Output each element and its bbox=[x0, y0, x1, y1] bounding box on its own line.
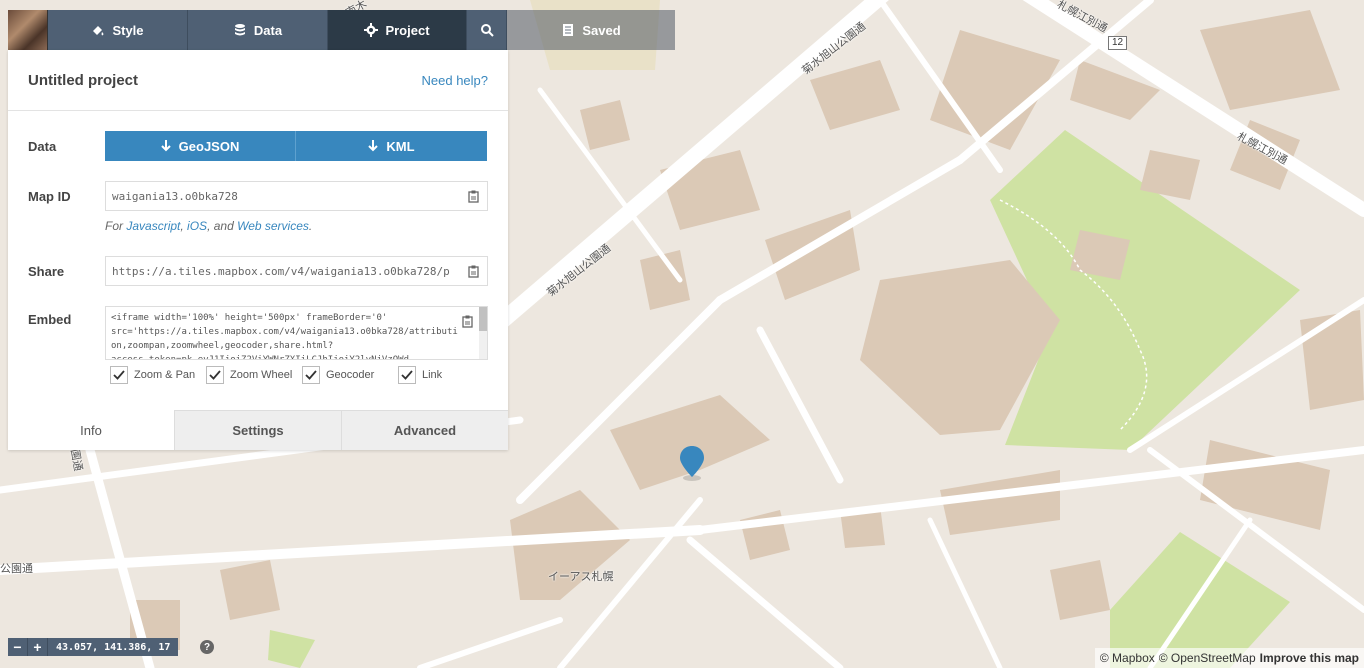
embed-label: Embed bbox=[28, 312, 72, 327]
building bbox=[1050, 560, 1110, 620]
share-field bbox=[105, 256, 488, 286]
checkmark-icon bbox=[209, 370, 221, 380]
ios-link[interactable]: iOS bbox=[187, 219, 207, 233]
arrow-down-icon bbox=[368, 140, 379, 152]
building-label: イーアス札幌 bbox=[548, 570, 614, 583]
embed-options: Zoom & Pan Zoom Wheel Geocoder Link bbox=[110, 366, 458, 384]
checkbox[interactable] bbox=[206, 366, 224, 384]
download-kml-button[interactable]: KML bbox=[296, 131, 487, 161]
web-services-link[interactable]: Web services bbox=[237, 219, 309, 233]
help-link[interactable]: Need help? bbox=[422, 73, 489, 88]
zoom-in-button[interactable]: + bbox=[28, 638, 48, 656]
database-icon bbox=[234, 24, 245, 36]
checkmark-icon bbox=[113, 370, 125, 380]
osm-link[interactable]: © OpenStreetMap bbox=[1159, 651, 1256, 665]
search-icon bbox=[480, 24, 494, 37]
data-label: Data bbox=[28, 138, 57, 154]
share-row: Share bbox=[28, 256, 488, 286]
clipboard-icon[interactable] bbox=[462, 315, 473, 328]
checkmark-icon bbox=[401, 370, 413, 380]
paint-icon bbox=[93, 26, 104, 36]
street-label: 公園通 bbox=[0, 562, 33, 575]
tab-style[interactable]: Style bbox=[48, 10, 188, 50]
mapid-field bbox=[105, 181, 488, 211]
attribution: © Mapbox © OpenStreetMap Improve this ma… bbox=[1094, 648, 1364, 668]
hint-row: For Javascript, iOS, and Web services. bbox=[28, 219, 488, 233]
embed-row: Embed <iframe width='100%' height='500px… bbox=[28, 306, 488, 360]
improve-map-link[interactable]: Improve this map bbox=[1260, 651, 1359, 665]
option-link[interactable]: Link bbox=[398, 366, 458, 384]
mapid-input[interactable] bbox=[112, 189, 452, 203]
option-zoom-pan[interactable]: Zoom & Pan bbox=[110, 366, 206, 384]
panel-tabs: Info Settings Advanced bbox=[8, 410, 508, 450]
tab-saved-label: Saved bbox=[582, 22, 621, 38]
download-geojson-button[interactable]: GeoJSON bbox=[105, 131, 296, 161]
project-title[interactable]: Untitled project bbox=[28, 72, 138, 89]
document-icon bbox=[563, 24, 574, 36]
search-button[interactable] bbox=[467, 10, 507, 50]
share-input[interactable] bbox=[112, 264, 452, 278]
map-controls: − + 43.057, 141.386, 17 bbox=[8, 638, 179, 656]
api-hint: For Javascript, iOS, and Web services. bbox=[105, 219, 313, 233]
checkbox[interactable] bbox=[398, 366, 416, 384]
help-button[interactable]: ? bbox=[200, 640, 214, 654]
top-toolbar: Style Data Project Saved bbox=[8, 10, 675, 50]
route-shield: 12 bbox=[1108, 36, 1128, 50]
arrow-down-icon bbox=[160, 140, 171, 152]
tab-settings[interactable]: Settings bbox=[174, 410, 341, 450]
embed-textarea[interactable]: <iframe width='100%' height='500px' fram… bbox=[106, 307, 468, 359]
zoom-out-button[interactable]: − bbox=[8, 638, 28, 656]
tab-project[interactable]: Project bbox=[328, 10, 467, 50]
map-marker[interactable] bbox=[679, 445, 705, 484]
javascript-link[interactable]: Javascript bbox=[126, 219, 180, 233]
building bbox=[1300, 310, 1364, 410]
building bbox=[220, 560, 280, 620]
tab-data-label: Data bbox=[253, 22, 283, 38]
tab-advanced[interactable]: Advanced bbox=[341, 410, 508, 450]
download-kml-label: KML bbox=[386, 138, 415, 154]
marker-pin-icon bbox=[680, 446, 704, 481]
clipboard-icon[interactable] bbox=[468, 265, 479, 278]
tab-info[interactable]: Info bbox=[8, 410, 174, 450]
panel-header: Untitled project Need help? bbox=[8, 50, 508, 111]
tab-project-label: Project bbox=[385, 22, 430, 38]
checkbox[interactable] bbox=[302, 366, 320, 384]
mapid-row: Map ID bbox=[28, 181, 488, 211]
mapbox-link[interactable]: © Mapbox bbox=[1100, 651, 1155, 665]
project-panel: Untitled project Need help? Data GeoJSON… bbox=[8, 50, 508, 450]
tab-style-label: Style bbox=[112, 22, 144, 38]
download-geojson-label: GeoJSON bbox=[178, 138, 240, 154]
coordinates-readout: 43.057, 141.386, 17 bbox=[48, 638, 179, 656]
share-label: Share bbox=[28, 263, 65, 279]
option-zoom-wheel[interactable]: Zoom Wheel bbox=[206, 366, 302, 384]
tab-saved[interactable]: Saved bbox=[507, 10, 675, 50]
embed-field: <iframe width='100%' height='500px' fram… bbox=[105, 306, 488, 360]
mapid-label: Map ID bbox=[28, 188, 71, 204]
data-row: Data GeoJSON KML bbox=[28, 131, 488, 161]
option-geocoder[interactable]: Geocoder bbox=[302, 366, 398, 384]
checkbox[interactable] bbox=[110, 366, 128, 384]
clipboard-icon[interactable] bbox=[468, 190, 479, 203]
user-avatar[interactable] bbox=[8, 10, 48, 50]
embed-scrollbar[interactable] bbox=[479, 307, 487, 359]
checkmark-icon bbox=[305, 370, 317, 380]
tab-data[interactable]: Data bbox=[188, 10, 328, 50]
gear-icon bbox=[364, 23, 379, 37]
